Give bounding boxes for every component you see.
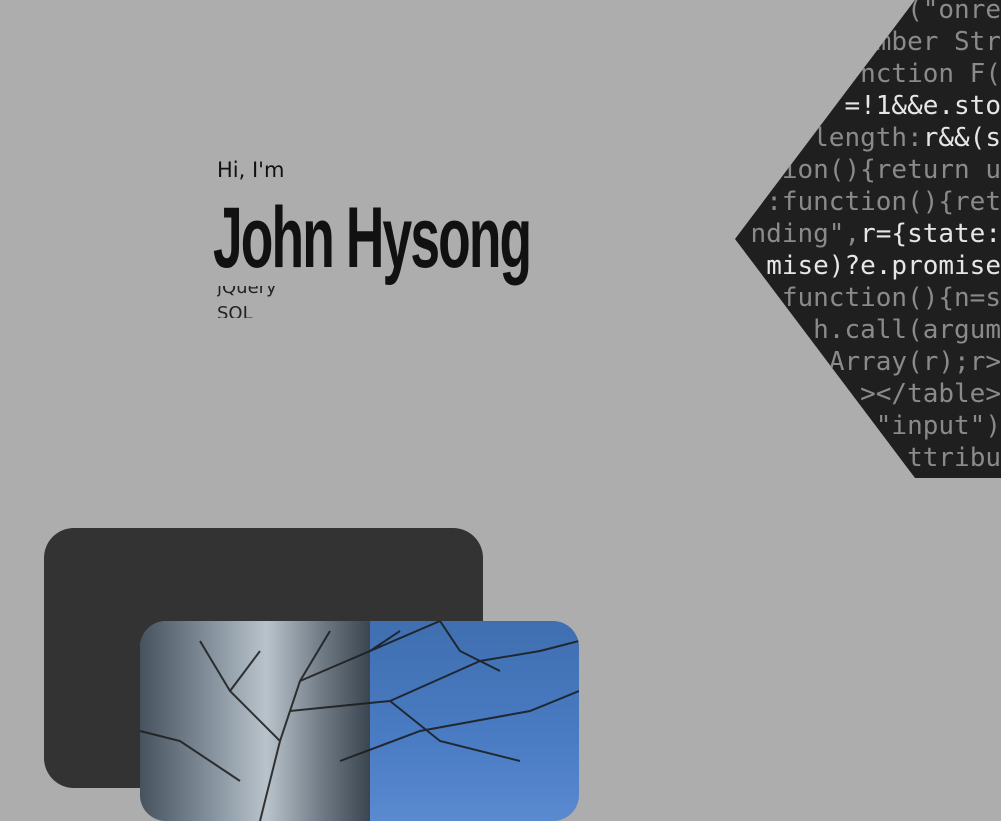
code-text-bright: r&&(s bbox=[922, 123, 1001, 153]
code-line: h.call(argum bbox=[813, 314, 1001, 346]
code-text-dim: ></table> bbox=[860, 379, 1001, 409]
hero-name: John Hysong bbox=[213, 190, 532, 286]
code-text-bright: =!1&&e.sto bbox=[844, 91, 1001, 121]
code-text-dim: function(){n=s bbox=[781, 283, 1001, 313]
code-text-dim: Array(r);r> bbox=[828, 347, 1001, 377]
code-line: Array(r);r> bbox=[829, 346, 1001, 378]
code-line: =!1&&e.sto bbox=[844, 90, 1001, 122]
code-text-dim: nction F( bbox=[860, 59, 1001, 89]
code-text-bright: mise)?e.promise bbox=[766, 251, 1001, 281]
code-text-dim: mber Str bbox=[875, 27, 1001, 57]
code-line: ttribu bbox=[907, 442, 1001, 474]
code-text-dim: nding", bbox=[750, 219, 861, 249]
code-text-dim: h.call(argum bbox=[813, 315, 1001, 345]
code-line: mise)?e.promise bbox=[766, 250, 1001, 282]
code-text-dim: :function(){ret bbox=[766, 187, 1001, 217]
hero-greeting: Hi, I'm bbox=[217, 158, 285, 182]
code-line: ></table> bbox=[860, 378, 1001, 410]
code-line: "input") bbox=[876, 410, 1001, 442]
code-text-dim: ("onre bbox=[907, 0, 1001, 25]
code-text-dim: length: bbox=[813, 123, 923, 153]
code-text-dim: "input") bbox=[875, 411, 1001, 441]
code-line: length:r&&(s bbox=[813, 122, 1001, 154]
campus-photo bbox=[140, 621, 579, 821]
code-background-panel: ("onre mber Str nction F(=!1&&e.sto length:… bbox=[735, 0, 1001, 478]
code-line: nding",r={state: bbox=[751, 218, 1001, 250]
code-text-dim: ttribu bbox=[907, 443, 1001, 473]
code-text-dim: ion(){return u bbox=[781, 155, 1001, 185]
skill-item: jQuery bbox=[217, 286, 277, 298]
skills-ticker: jQuery SQL bbox=[217, 286, 457, 318]
code-line: mber Str bbox=[876, 26, 1001, 58]
code-line: ion(){return u bbox=[782, 154, 1001, 186]
code-line: ("onre bbox=[907, 0, 1001, 26]
tree-branches-icon bbox=[140, 621, 579, 821]
code-line: :function(){ret bbox=[766, 186, 1001, 218]
code-text-bright: r={state: bbox=[860, 219, 1001, 249]
code-line: nction F( bbox=[860, 58, 1001, 90]
code-line: function(){n=s bbox=[782, 282, 1001, 314]
skill-item: SQL bbox=[217, 303, 253, 318]
